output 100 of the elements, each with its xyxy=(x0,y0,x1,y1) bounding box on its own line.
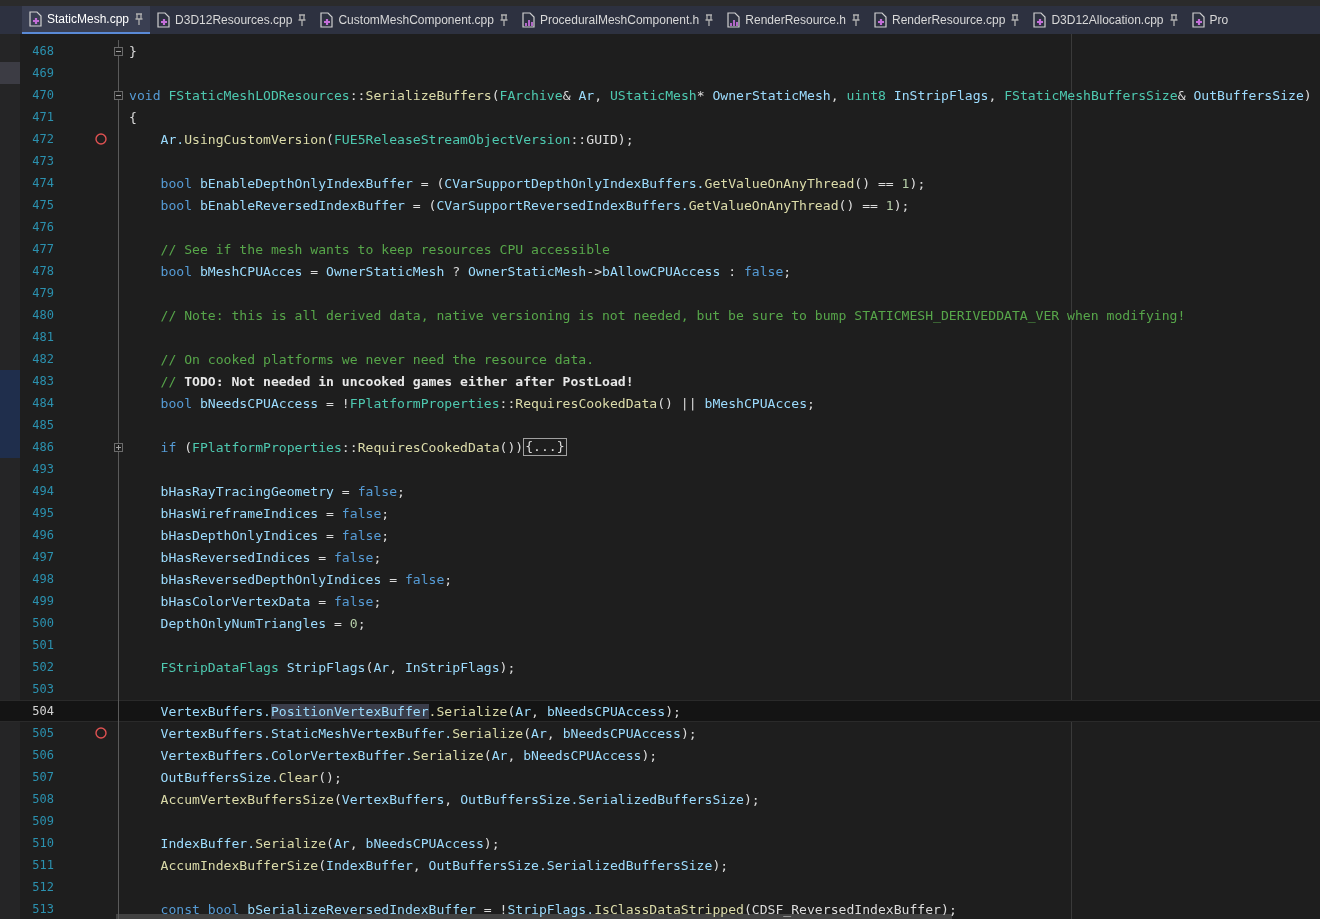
line-number: 512 xyxy=(31,880,54,894)
code-token: SerializeBuffers xyxy=(365,87,492,103)
code-token: ; xyxy=(807,395,815,411)
code-token: // Note: this is all derived data, native versioning is not needed, but be sure to bump STATICMESH_DERIVEDDATA_VER when modifying! xyxy=(160,307,1186,323)
line-number: 500 xyxy=(31,616,54,630)
code-token: false xyxy=(333,549,374,565)
code-token: .Serialize xyxy=(428,703,508,719)
file-tab[interactable]: Pro xyxy=(1184,6,1236,34)
file-plus-icon xyxy=(155,12,172,28)
code-token: bMeshCPUAcces xyxy=(199,263,303,279)
code-token: PositionVertexBuffer xyxy=(270,703,429,719)
file-tab[interactable]: RenderResource.h xyxy=(720,6,868,34)
file-tab[interactable]: RenderResource.cpp xyxy=(867,6,1027,34)
code-token: Ar xyxy=(515,703,532,719)
line-number: 481 xyxy=(31,330,54,344)
code-token: bNeedsCPUAccess xyxy=(365,835,484,851)
code-token: { xyxy=(129,109,137,125)
code-token: ); xyxy=(483,835,500,851)
code-token: FUE5ReleaseStreamObjectVersion xyxy=(334,131,571,147)
line-number: 485 xyxy=(31,418,54,432)
code-token: Serialize xyxy=(452,725,524,741)
file-tab[interactable]: D3D12Resources.cpp xyxy=(150,6,314,34)
code-token: FPlatformProperties xyxy=(192,439,342,455)
line-number: 504 xyxy=(31,704,54,718)
line-number: 513 xyxy=(31,902,54,916)
code-token: false xyxy=(743,263,784,279)
code-token: GetValueOnAnyThread xyxy=(704,175,855,191)
code-token: = ! xyxy=(482,901,508,917)
code-token: ( xyxy=(326,835,334,851)
code-token: UsingCustomVersion xyxy=(184,131,327,147)
code-token: & xyxy=(562,87,572,103)
file-tab[interactable]: StaticMesh.cpp xyxy=(22,6,151,34)
line-number: 508 xyxy=(31,792,54,806)
code-token: = xyxy=(317,549,328,565)
line-number: 495 xyxy=(31,506,54,520)
line-number: 507 xyxy=(31,770,54,784)
line-number: 474 xyxy=(31,176,54,190)
code-token: VertexBuffers.ColorVertexBuffer. xyxy=(160,747,413,763)
file-tab[interactable]: ProceduralMeshComponent.h xyxy=(514,6,721,34)
line-number: 503 xyxy=(31,682,54,696)
code-token: ); xyxy=(499,659,516,675)
line-number: 476 xyxy=(31,220,54,234)
line-number: 506 xyxy=(31,748,54,762)
code-token: bool xyxy=(160,175,194,191)
code-token: bool xyxy=(160,395,194,411)
code-token: & xyxy=(1177,87,1187,103)
code-token: IndexBuffer. xyxy=(160,835,256,851)
code-token: ? xyxy=(451,263,462,279)
code-token: ( xyxy=(365,659,374,675)
code-token: false xyxy=(341,505,382,521)
code-token: ; xyxy=(381,527,390,543)
line-number: 484 xyxy=(31,396,54,410)
line-number: 482 xyxy=(31,352,54,366)
code-token: ); xyxy=(712,857,729,873)
code-token: bSerializeReversedIndexBuffer xyxy=(247,901,476,917)
code-token: OutBuffersSize. xyxy=(160,769,279,785)
line-number: 493 xyxy=(31,462,54,476)
code-token: ; xyxy=(357,615,366,631)
code-token: ( xyxy=(491,87,500,103)
code-token: ( xyxy=(318,857,327,873)
code-token: } xyxy=(129,43,137,59)
line-number: 473 xyxy=(31,154,54,168)
code-token: VertexBuffers. xyxy=(160,703,271,719)
code-token: , xyxy=(507,747,517,763)
line-number: 468 xyxy=(31,44,54,58)
code-token: 1 xyxy=(885,197,894,213)
file-plus-icon xyxy=(1189,12,1206,28)
line-number: 499 xyxy=(31,594,54,608)
file-tab[interactable]: D3D12Allocation.cpp xyxy=(1026,6,1185,34)
code-token: CVarSupportDepthOnlyIndexBuffers. xyxy=(444,175,705,191)
code-token: ( xyxy=(184,439,193,455)
line-number: 498 xyxy=(31,572,54,586)
line-number: 511 xyxy=(31,858,54,872)
file-tab[interactable]: CustomMeshComponent.cpp xyxy=(313,6,515,34)
code-token: bHasReversedDepthOnlyIndices xyxy=(160,571,382,587)
line-number: 509 xyxy=(31,814,54,828)
code-token: OwnerStaticMesh xyxy=(712,87,831,103)
code-token: CVarSupportReversedIndexBuffers. xyxy=(436,197,689,213)
code-token: * xyxy=(696,87,706,103)
code-token: , xyxy=(444,791,454,807)
code-token: ); xyxy=(641,747,658,763)
line-number: 501 xyxy=(31,638,54,652)
code-token: , xyxy=(546,725,556,741)
code-token: false xyxy=(333,593,374,609)
collapsed-block[interactable]: {...} xyxy=(523,438,567,456)
code-token: InStripFlags xyxy=(404,659,500,675)
code-token: , xyxy=(389,659,399,675)
file-plus-icon xyxy=(27,11,43,27)
code-token: , xyxy=(349,835,359,851)
line-number: 475 xyxy=(31,198,54,212)
code-token: ; xyxy=(381,505,390,521)
code-token: bool xyxy=(160,197,194,213)
code-token: TODO: Not needed in uncooked games either after PostLoad! xyxy=(184,373,634,389)
code-token: // xyxy=(160,373,177,389)
code-token: OutBuffersSize xyxy=(1193,87,1304,103)
code-token: bNeedsCPUAccess xyxy=(562,725,681,741)
code-token: ); xyxy=(665,703,681,719)
code-token: OutBuffersSize.SerializedBuffersSize xyxy=(460,791,744,807)
code-token: bNeedsCPUAccess xyxy=(546,703,666,719)
code-token: ()) xyxy=(499,439,524,455)
